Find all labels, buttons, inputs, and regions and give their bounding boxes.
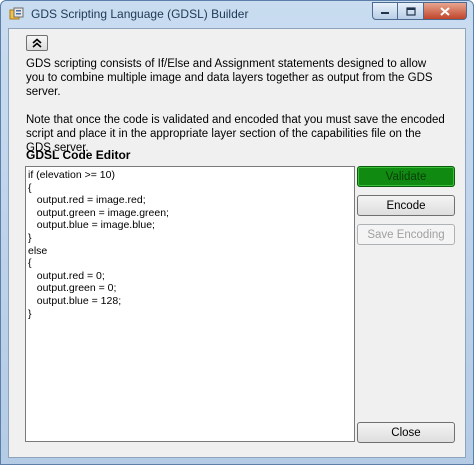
title-bar[interactable]: GDS Scripting Language (GDSL) Builder — [1, 1, 473, 28]
close-icon — [440, 6, 450, 16]
double-chevron-up-icon — [32, 38, 42, 48]
code-editor-label: GDSL Code Editor — [26, 148, 131, 162]
window-close-button[interactable] — [424, 2, 467, 20]
code-editor-textarea[interactable]: if (elevation >= 10) { output.red = imag… — [25, 166, 355, 442]
app-icon — [9, 7, 24, 22]
close-button[interactable]: Close — [357, 422, 455, 443]
window-title: GDS Scripting Language (GDSL) Builder — [31, 7, 249, 21]
save-encoding-button: Save Encoding — [357, 224, 455, 245]
maximize-icon — [405, 6, 416, 16]
builder-window: GDS Scripting Language (GDSL) Builder GD… — [0, 0, 474, 465]
dialog-client-area: GDS scripting consists of If/Else and As… — [8, 28, 466, 458]
minimize-button[interactable] — [372, 2, 398, 20]
caption-buttons — [372, 2, 467, 20]
collapse-info-button[interactable] — [26, 35, 48, 51]
maximize-button[interactable] — [398, 2, 424, 20]
encode-button[interactable]: Encode — [357, 195, 455, 216]
info-paragraph-scripting: GDS scripting consists of If/Else and As… — [26, 58, 433, 98]
minimize-icon — [381, 12, 389, 14]
validate-button[interactable]: Validate — [357, 166, 455, 187]
